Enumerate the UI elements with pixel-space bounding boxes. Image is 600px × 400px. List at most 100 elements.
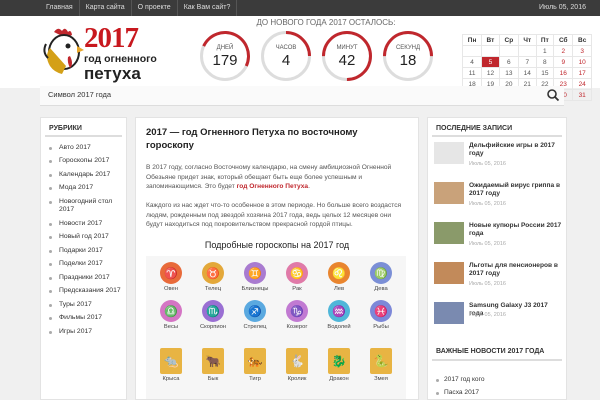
calendar-day[interactable]: 8 [535,56,555,68]
rooster-icon [43,28,84,74]
search-icon[interactable] [546,88,560,102]
calendar-day[interactable]: 14 [518,67,537,79]
category-link[interactable]: Праздники 2017 [41,271,126,284]
category-link[interactable]: Гороскопы 2017 [41,154,126,167]
post-thumbnail[interactable] [434,262,464,284]
post-thumbnail[interactable] [434,302,464,324]
category-link[interactable]: Туры 2017 [41,298,126,311]
post-thumbnail[interactable] [434,222,464,244]
post-thumbnail[interactable] [434,182,464,204]
chinese-sign-item[interactable]: 🐇 Кролик [276,348,318,382]
main-menu: Символ 2017 года [40,86,564,106]
zodiac-sign-label: Водолей [327,324,351,330]
countdown-label: ЧАСОВ [275,45,297,51]
zodiac-sign-icon: ♎ [160,300,182,322]
zodiac-sign-item[interactable]: ♓ Рыбы [360,300,402,330]
chinese-sign-item[interactable]: 🐂 Бык [192,348,234,382]
category-link[interactable]: Игры 2017 [41,325,126,338]
category-link[interactable]: Новости 2017 [41,217,126,230]
post-thumbnail[interactable] [434,142,464,164]
calendar-day[interactable]: 12 [481,67,500,79]
left-sidebar: РУБРИКИ Авто 2017 Гороскопы 2017 Календарь… [40,117,127,400]
category-link[interactable]: Мода 2017 [41,181,126,194]
calendar-day[interactable]: 31 [572,89,592,101]
category-link[interactable]: Календарь 2017 [41,168,126,181]
zodiac-sign-label: Весы [163,324,179,330]
calendar-day[interactable]: 10 [572,56,592,68]
zodiac-sign-label: Стрелец [243,324,267,330]
calendar-day[interactable]: 3 [572,45,592,57]
category-link[interactable]: Предсказания 2017 [41,284,126,297]
zodiac-sign-item[interactable]: ♉ Телец [192,262,234,292]
zodiac-sign-item[interactable]: ♑ Козерог [276,300,318,330]
zodiac-sign-label: Лев [333,286,345,292]
zodiac-sign-icon: ♐ [244,300,266,322]
category-link[interactable]: Авто 2017 [41,141,126,154]
category-link[interactable]: Новогодний стол 2017 [41,195,126,217]
recent-post[interactable]: Samsung Galaxy J3 2017 года Июль 05, 2016 [434,302,564,332]
site-logo[interactable]: 2017 год огненного петуха [40,20,175,86]
calendar-day-header: Пн [461,34,483,46]
post-title[interactable]: Ожидаемый вирус гриппа в 2017 году [469,182,563,198]
zodiac-sign-label: Рыбы [373,324,389,330]
zodiac-sign-item[interactable]: ♊ Близнецы [234,262,276,292]
nav-sitemap-link[interactable]: Карта сайта [80,0,132,16]
calendar-day[interactable]: 2 [553,45,574,57]
calendar-day[interactable]: 17 [572,67,592,79]
calendar-day[interactable]: 16 [553,67,574,79]
nav-home-link[interactable]: Главная [40,0,80,16]
right-sidebar: ПОСЛЕДНИЕ ЗАПИСИ Дельфийские игры в 2017… [427,117,567,400]
calendar-week-row: 123 [461,45,592,57]
recent-post[interactable]: Дельфийские игры в 2017 году Июль 05, 201… [434,142,564,172]
menu-item-symbol[interactable]: Символ 2017 года [48,86,111,104]
chinese-sign-item[interactable]: 🐉 Дракон [318,348,360,382]
news-link[interactable]: 2017 год кого [434,376,485,383]
countdown-minutes: МИНУТ 42 [311,20,383,92]
chinese-sign-item[interactable]: 🐍 Змея [360,348,402,382]
post-title[interactable]: Новые купюры России 2017 года [469,222,563,238]
article-paragraph-2: Каждого из нас ждет что-то особенное в э… [146,202,402,229]
category-link[interactable]: Новый год 2017 [41,230,126,243]
calendar-day[interactable]: 6 [498,56,520,68]
chinese-sign-item[interactable]: 🐅 Тигр [234,348,276,382]
category-link[interactable]: Подарки 2017 [41,244,126,257]
post-title[interactable]: Льготы для пенсионеров в 2017 году [469,262,563,278]
nav-feedback-link[interactable]: Как Вам сайт? [178,0,238,16]
nav-about-link[interactable]: О проекте [132,0,178,16]
recent-post[interactable]: Ожидаемый вирус гриппа в 2017 году Июль 0… [434,182,564,212]
article-title[interactable]: 2017 — год Огненного Петуха по восточном… [146,126,406,153]
article-link-rooster[interactable]: год Огненного Петуха [237,183,308,190]
zodiac-sign-label: Рак [292,286,302,292]
recent-post[interactable]: Новые купюры России 2017 года Июль 05, 20… [434,222,564,252]
zodiac-sign-icon: ♓ [370,300,392,322]
calendar-week-row: 11 12 13 14 15 16 17 [461,67,592,79]
calendar-day[interactable]: 11 [461,67,483,79]
calendar-day[interactable]: 15 [535,67,555,79]
zodiac-sign-item[interactable]: ♒ Водолей [318,300,360,330]
news-link[interactable]: Пасха 2017 [434,389,479,396]
category-link[interactable]: Фильмы 2017 [41,311,126,324]
zodiac-sign-item[interactable]: ♏ Скорпион [192,300,234,330]
calendar-day[interactable]: 5 [481,56,500,68]
category-link[interactable]: Поделки 2017 [41,257,126,270]
calendar-day[interactable]: 4 [461,56,483,68]
zodiac-sign-item[interactable]: ♌ Лев [318,262,360,292]
zodiac-sign-icon: ♏ [202,300,224,322]
post-title[interactable]: Дельфийские игры в 2017 году [469,142,563,158]
calendar-widget: Пн Вт Ср Чт Пт Сб Вс 1 2 3 4 5 6 7 8 9 10 11 12 13 14 15 16 17… [461,34,592,101]
calendar-day[interactable]: 13 [498,67,520,79]
calendar-day[interactable]: 7 [518,56,537,68]
zodiac-sign-item[interactable]: ♎ Весы [150,300,192,330]
zodiac-sign-icon: ♉ [202,262,224,284]
calendar-day-header: Пт [535,34,555,46]
zodiac-sign-item[interactable]: ♋ Рак [276,262,318,292]
zodiac-sign-item[interactable]: ♐ Стрелец [234,300,276,330]
chinese-sign-item[interactable]: 🐀 Крыса [150,348,192,382]
zodiac-sign-item[interactable]: ♈ Овен [150,262,192,292]
logo-year: 2017 [84,22,139,54]
recent-post[interactable]: Льготы для пенсионеров в 2017 году Июль 0… [434,262,564,292]
calendar-day[interactable]: 24 [572,78,592,90]
calendar-day[interactable]: 1 [535,45,555,57]
calendar-day[interactable]: 9 [553,56,574,68]
zodiac-sign-item[interactable]: ♍ Дева [360,262,402,292]
